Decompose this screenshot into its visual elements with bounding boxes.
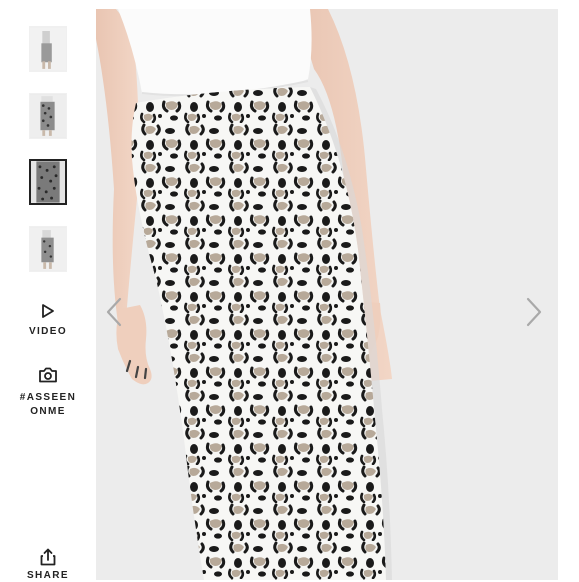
thumbnail-2[interactable] [29,93,67,139]
next-image-button[interactable] [522,292,546,332]
as-seen-on-me-button[interactable]: #ASSEEN ONME [0,367,96,418]
play-icon [42,304,54,318]
thumbnail-4[interactable] [29,226,67,272]
share-label: SHARE [26,570,69,581]
chevron-right-icon [526,297,542,327]
share-icon [40,548,56,566]
product-image-viewer [96,9,558,580]
share-button[interactable]: SHARE [0,548,96,582]
thumbnail-3[interactable] [29,159,67,205]
previous-image-button[interactable] [102,292,126,332]
thumbnail-3-image [31,161,65,203]
thumbnail-1[interactable] [29,26,67,72]
chevron-left-icon [106,297,122,327]
as-seen-on-me-label-1: #ASSEEN [19,392,77,403]
video-button[interactable]: VIDEO [0,303,96,338]
product-photo [96,9,558,580]
as-seen-on-me-label-2: ONME [30,406,66,417]
thumbnail-2-image [30,94,66,138]
thumbnail-1-image [30,27,66,71]
video-label: VIDEO [28,326,68,337]
thumbnail-rail: VIDEO #ASSEEN ONME SHARE [0,0,96,582]
thumbnail-4-image [30,227,66,271]
camera-icon [39,367,57,383]
